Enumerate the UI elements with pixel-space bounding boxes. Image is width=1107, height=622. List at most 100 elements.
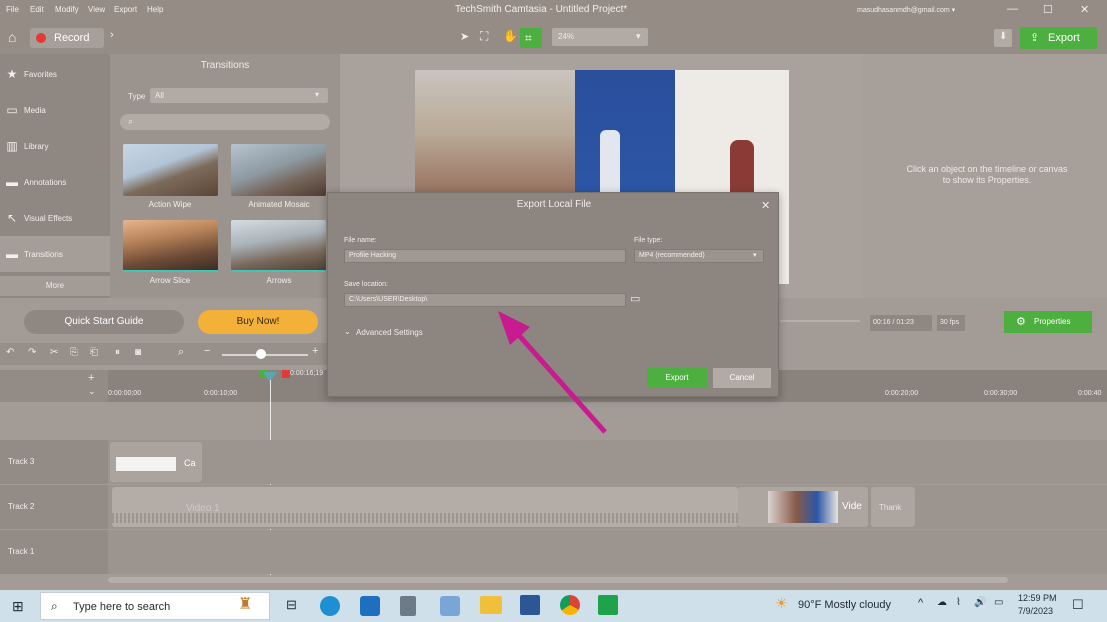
- chrome-icon[interactable]: [560, 595, 580, 615]
- advanced-settings-toggle[interactable]: Advanced Settings: [356, 328, 423, 337]
- sidebar-item-visual-effects[interactable]: ↖ Visual Effects: [0, 200, 110, 236]
- clock-time[interactable]: 12:59 PM: [1018, 593, 1057, 603]
- menu-edit[interactable]: Edit: [30, 5, 44, 14]
- transition-thumb-action-wipe[interactable]: [123, 144, 218, 196]
- task-view-icon[interactable]: ⊟: [286, 597, 297, 613]
- track-lane-2[interactable]: Video 1 Vide Thank: [108, 485, 1107, 529]
- copy-icon[interactable]: ⎘: [70, 347, 78, 358]
- transition-thumb-arrow-slice[interactable]: [123, 220, 218, 272]
- menu-modify[interactable]: Modify: [55, 5, 79, 14]
- track-lane-1[interactable]: [108, 530, 1107, 574]
- file-explorer-icon[interactable]: [480, 596, 502, 614]
- search-icon: ⌕: [51, 599, 58, 613]
- quick-start-button[interactable]: Quick Start Guide: [24, 310, 184, 334]
- onedrive-icon[interactable]: ☁: [937, 597, 947, 608]
- transition-thumb-arrows[interactable]: [231, 220, 326, 272]
- more-button[interactable]: More: [0, 276, 110, 296]
- export-button[interactable]: ⇪ Export: [1020, 27, 1097, 49]
- zoom-search-icon[interactable]: ⌕: [178, 346, 184, 359]
- menu-export[interactable]: Export: [114, 5, 137, 14]
- volume-icon[interactable]: 🔊: [974, 597, 986, 608]
- record-button[interactable]: Record: [30, 28, 104, 48]
- dialog-export-button[interactable]: Export: [647, 368, 707, 388]
- paste-icon[interactable]: ⎗: [90, 347, 98, 358]
- folder-icon[interactable]: ▭: [630, 292, 640, 305]
- properties-button[interactable]: ⚙ Properties: [1004, 311, 1092, 333]
- mail-icon[interactable]: [360, 596, 380, 616]
- timeline-toolbar: ↶ ↷ ✂ ⎘ ⎗ ⏸ ◙ ⌕ − +: [0, 343, 340, 365]
- woman-figure: [730, 140, 754, 195]
- word-icon[interactable]: [520, 595, 540, 615]
- taskbar-search-input[interactable]: ⌕ Type here to search: [40, 592, 270, 620]
- track-header-2[interactable]: Track 2: [0, 485, 108, 529]
- transition-label: Action Wipe: [148, 200, 192, 209]
- zoom-in-icon[interactable]: +: [312, 345, 318, 357]
- timeline-clip[interactable]: Video 1: [112, 487, 738, 527]
- edge-icon[interactable]: [320, 596, 340, 616]
- windows-taskbar: ⊞ ⌕ Type here to search ♜ ⊟ ☀ 90°F Mostl…: [0, 590, 1107, 622]
- timeline-clip[interactable]: Ca: [110, 442, 202, 482]
- split-icon[interactable]: ⏸: [115, 347, 120, 358]
- out-marker[interactable]: [282, 370, 290, 378]
- sidebar-item-library[interactable]: ▥ Library: [0, 128, 110, 164]
- dialog-cancel-button[interactable]: Cancel: [713, 368, 771, 388]
- close-button[interactable]: ✕: [1080, 3, 1089, 16]
- ruler-tick-label: 0:00:40: [1078, 390, 1102, 397]
- zoom-out-icon[interactable]: −: [204, 345, 210, 357]
- track-header-1[interactable]: Track 1: [0, 530, 108, 574]
- download-button[interactable]: ⬇: [994, 29, 1012, 47]
- timeline-clip[interactable]: Thank: [871, 487, 915, 527]
- sidebar-item-media[interactable]: ▭ Media: [0, 92, 110, 128]
- minimize-button[interactable]: —: [1007, 3, 1018, 15]
- sidebar-item-annotations[interactable]: ▬ Annotations: [0, 164, 110, 200]
- chevron-down-icon[interactable]: ⌄: [88, 386, 96, 397]
- chevron-right-icon[interactable]: ›: [110, 29, 114, 41]
- account-menu[interactable]: masudhasanmdh@gmail.com ▾: [857, 6, 955, 14]
- redo-icon[interactable]: ↷: [28, 347, 36, 358]
- pan-tool-icon[interactable]: ✋: [503, 29, 518, 43]
- buy-now-button[interactable]: Buy Now!: [198, 310, 318, 334]
- zoom-select[interactable]: 24% ▾: [552, 28, 648, 46]
- windows-start-icon[interactable]: ⊞: [12, 598, 24, 615]
- add-track-icon[interactable]: +: [88, 372, 94, 384]
- file-name-field[interactable]: Profile Hacking: [344, 249, 626, 263]
- timeline-scrollbar[interactable]: [108, 577, 1008, 583]
- chevron-down-icon[interactable]: ⌄: [344, 327, 351, 336]
- notification-icon[interactable]: ☐: [1072, 597, 1084, 613]
- maximize-button[interactable]: ☐: [1043, 3, 1053, 16]
- menu-file[interactable]: File: [6, 5, 19, 14]
- clip-label: Vide: [842, 501, 862, 512]
- menu-help[interactable]: Help: [147, 5, 163, 14]
- sidebar-item-transitions[interactable]: ▬ Transitions: [0, 236, 110, 272]
- sidebar-item-favorites[interactable]: ★ Favorites: [0, 56, 110, 92]
- zoom-slider-handle[interactable]: [256, 349, 266, 359]
- track-name: Track 2: [8, 502, 35, 511]
- weather-text[interactable]: 90°F Mostly cloudy: [798, 599, 891, 611]
- sidebar-item-label: Annotations: [24, 177, 67, 187]
- undo-icon[interactable]: ↶: [6, 347, 14, 358]
- network-icon[interactable]: ⌇: [956, 597, 961, 608]
- home-icon[interactable]: ⌂: [8, 29, 16, 45]
- clock-date[interactable]: 7/9/2023: [1018, 606, 1053, 616]
- chevron-up-icon[interactable]: ^: [918, 597, 923, 609]
- dialog-close-button[interactable]: ✕: [761, 199, 770, 212]
- timeline-clip[interactable]: Vide: [738, 487, 868, 527]
- scrub-bar[interactable]: [780, 320, 860, 322]
- track-header-3[interactable]: Track 3: [0, 440, 108, 484]
- menu-view[interactable]: View: [88, 5, 105, 14]
- fit-tool-icon[interactable]: ⛶: [480, 29, 488, 44]
- select-tool-icon[interactable]: ➤: [460, 30, 469, 43]
- search-input[interactable]: ⌕: [120, 114, 330, 130]
- track-lane-3[interactable]: Ca: [108, 440, 1107, 484]
- photos-icon[interactable]: [440, 596, 460, 616]
- cut-icon[interactable]: ✂: [50, 347, 58, 358]
- snapshot-icon[interactable]: ◙: [135, 347, 141, 358]
- clip-thumbnail: [768, 491, 838, 523]
- battery-icon[interactable]: ▭: [994, 597, 1003, 608]
- camtasia-taskbar-icon[interactable]: [598, 595, 618, 615]
- transition-thumb-animated-mosaic[interactable]: [231, 144, 326, 196]
- file-type-select[interactable]: MP4 (recommended) ▾: [634, 249, 764, 263]
- type-select[interactable]: All ▾: [150, 88, 328, 103]
- crop-tool-button[interactable]: ⌗: [520, 28, 542, 48]
- calculator-icon[interactable]: [400, 596, 416, 616]
